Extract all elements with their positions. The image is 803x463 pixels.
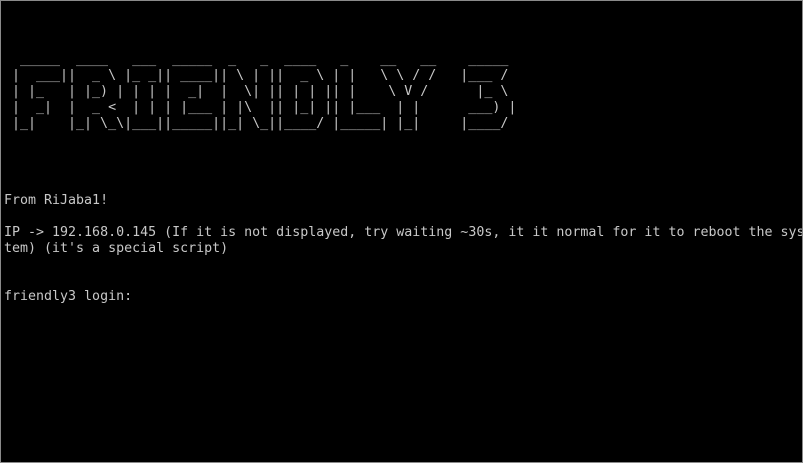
ip-info-line-2: tem) (it's a special script) [4,241,229,256]
terminal-screen[interactable]: _____ ____ ___ _____ _ _ ____ _ __ __ __… [0,0,803,463]
login-line[interactable]: friendly3 login: [4,289,802,305]
login-prompt: friendly3 login: [4,289,141,304]
ip-info-line-1: IP -> 192.168.0.145 (If it is not displa… [4,225,803,240]
login-input[interactable] [140,289,148,303]
console-output: From RiJaba1! IP -> 192.168.0.145 (If it … [4,1,803,305]
greeting-text: From RiJaba1! [4,193,109,208]
